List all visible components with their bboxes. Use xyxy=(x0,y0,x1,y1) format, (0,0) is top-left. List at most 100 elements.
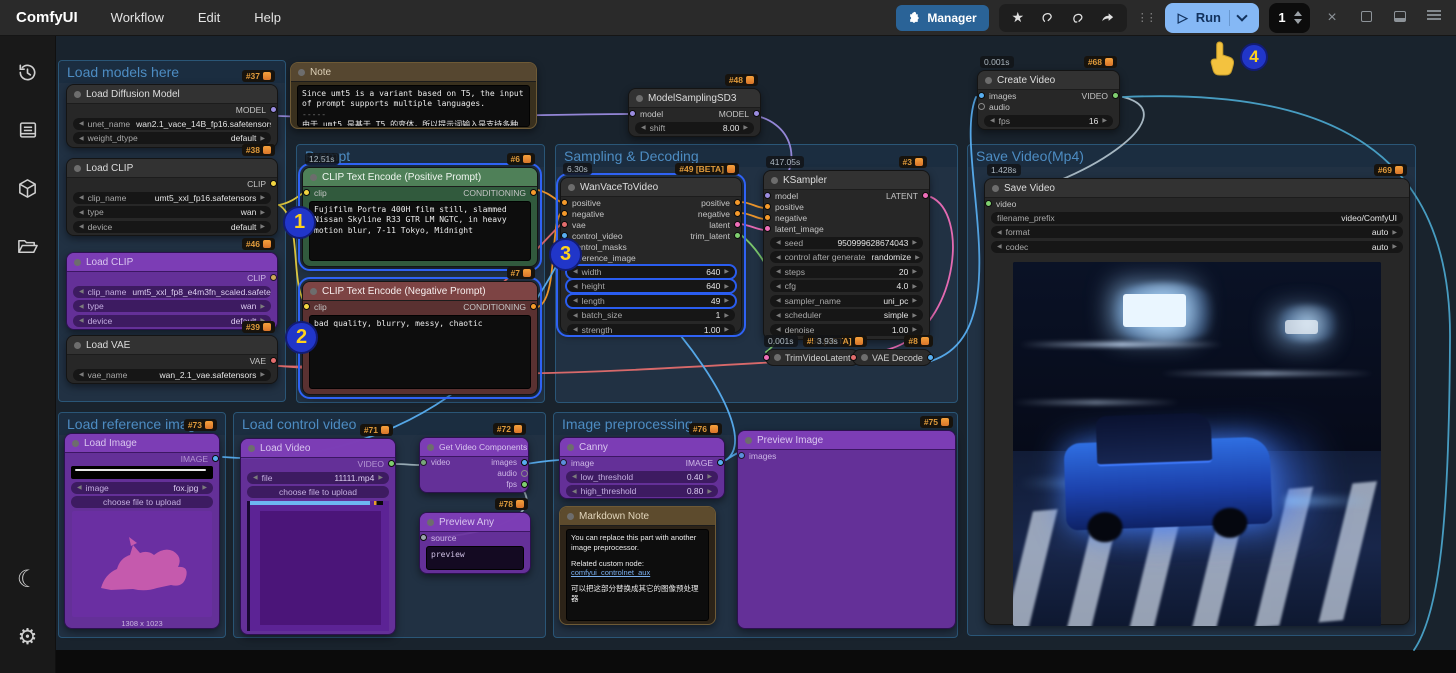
focus-mode-icon[interactable] xyxy=(1354,9,1378,27)
collapse-dot[interactable] xyxy=(568,184,575,191)
negative-input-port[interactable] xyxy=(561,210,568,217)
widget-steps[interactable]: steps20 xyxy=(770,266,923,278)
star-icon[interactable]: ★ xyxy=(1005,6,1031,30)
widget-width[interactable]: width640 xyxy=(567,266,735,278)
positive-input-port[interactable] xyxy=(561,199,568,206)
markdown-body[interactable]: You can replace this part with another i… xyxy=(566,529,709,621)
clip-input-port[interactable] xyxy=(303,303,310,310)
clip-output-port[interactable] xyxy=(270,274,277,281)
run-dropdown-chevron-icon[interactable] xyxy=(1236,10,1247,21)
latent-image-input-port[interactable] xyxy=(764,225,771,232)
model-input-port[interactable] xyxy=(629,110,636,117)
collapse-dot[interactable] xyxy=(861,354,868,361)
widget-sampler-name[interactable]: sampler_nameuni_pc xyxy=(770,295,923,307)
widget-filename-prefix[interactable]: filename_prefixvideo/ComfyUI xyxy=(991,212,1403,224)
theme-toggle-moon-icon[interactable]: ☾ xyxy=(8,557,48,601)
widget-length[interactable]: length49 xyxy=(567,295,735,307)
widget-type[interactable]: typewan xyxy=(73,300,271,312)
run-button[interactable]: ▷ Run xyxy=(1165,3,1259,33)
node-ksampler[interactable]: 417.05s #3 KSampler modelLATENT positive… xyxy=(763,170,930,340)
collapse-dot[interactable] xyxy=(310,288,317,295)
collapse-dot[interactable] xyxy=(74,342,81,349)
node-markdown-note[interactable]: Markdown Note You can replace this part … xyxy=(559,506,716,625)
collapse-dot[interactable] xyxy=(74,91,81,98)
vae-input-port[interactable] xyxy=(850,354,857,361)
widget-seed[interactable]: seed950999628674043 xyxy=(770,237,923,249)
collapse-dot[interactable] xyxy=(985,77,992,84)
image-output-port[interactable] xyxy=(212,455,219,462)
images-input-port[interactable] xyxy=(738,452,745,459)
clip-output-port[interactable] xyxy=(270,180,277,187)
controlnet-aux-link[interactable]: comfyui_controlnet_aux xyxy=(571,568,650,577)
group-title[interactable]: Sampling & Decoding xyxy=(556,145,957,167)
collapse-dot[interactable] xyxy=(427,444,434,451)
node-load-vae[interactable]: #39 Load VAE VAE vae_namewan_2.1_vae.saf… xyxy=(66,335,278,384)
positive-input-port[interactable] xyxy=(764,203,771,210)
widget-denoise[interactable]: denoise1.00 xyxy=(770,324,923,336)
widget-height[interactable]: height640 xyxy=(567,280,735,292)
widget-strength[interactable]: strength1.00 xyxy=(567,324,735,336)
widget-control-after-generate[interactable]: control after generaterandomize xyxy=(770,251,923,263)
collapse-dot[interactable] xyxy=(771,177,778,184)
vae-input-port[interactable] xyxy=(561,221,568,228)
negative-output-port[interactable] xyxy=(734,210,741,217)
node-library-icon[interactable] xyxy=(8,108,48,152)
widget-image[interactable]: imagefox.jpg xyxy=(71,482,213,494)
collapse-dot[interactable] xyxy=(74,259,81,266)
positive-prompt-textarea[interactable]: Fujifilm Portra 400H film still, slammed… xyxy=(309,201,531,261)
hook-icon-2[interactable] xyxy=(1065,6,1091,30)
widget-file[interactable]: file11111.mp4 xyxy=(247,472,389,484)
widget-batch-size[interactable]: batch_size1 xyxy=(567,309,735,321)
choose-file-button[interactable]: choose file to upload xyxy=(247,486,389,498)
node-note[interactable]: Note Since umt5 is a variant based on T5… xyxy=(290,62,537,129)
workflows-folder-icon[interactable] xyxy=(8,224,48,268)
menu-edit[interactable]: Edit xyxy=(181,0,237,36)
widget-shift[interactable]: shift8.00 xyxy=(635,122,754,134)
node-load-clip[interactable]: #38 Load CLIP CLIP clip_nameumt5_xxl_fp1… xyxy=(66,158,278,236)
menu-help[interactable]: Help xyxy=(237,0,298,36)
widget-codec[interactable]: codecauto xyxy=(991,241,1403,253)
widget-unet-name[interactable]: unet_namewan2.1_vace_14B_fp16.safetensor… xyxy=(73,118,271,130)
node-get-video-components[interactable]: #72 Get Video Components videoimages aud… xyxy=(419,437,529,493)
conditioning-output-port[interactable] xyxy=(530,189,537,196)
node-preview-any[interactable]: #78 Preview Any source preview xyxy=(419,512,531,574)
queue-decrement-icon[interactable] xyxy=(1294,19,1302,24)
trim-latent-output-port[interactable] xyxy=(734,232,741,239)
collapse-dot[interactable] xyxy=(567,513,574,520)
collapse-dot[interactable] xyxy=(310,174,317,181)
node-trim-video-latent[interactable]: 0.001s #58 [BETA] TrimVideoLatent xyxy=(765,349,860,366)
node-load-image[interactable]: #73 Load Image IMAGE imagefox.jpg choose… xyxy=(64,433,220,629)
collapse-dot[interactable] xyxy=(427,519,434,526)
collapse-dot[interactable] xyxy=(745,437,752,444)
collapse-dot[interactable] xyxy=(636,95,643,102)
image-output-port[interactable] xyxy=(927,354,934,361)
choose-file-button[interactable]: choose file to upload xyxy=(71,496,213,508)
queue-increment-icon[interactable] xyxy=(1294,11,1302,16)
widget-format[interactable]: formatauto xyxy=(991,226,1403,238)
widget-vae-name[interactable]: vae_namewan_2.1_vae.safetensors xyxy=(73,369,271,381)
video-input-port[interactable] xyxy=(985,200,992,207)
group-title[interactable]: Save Video(Mp4) xyxy=(968,145,1415,167)
share-icon[interactable] xyxy=(1095,6,1121,30)
model-library-icon[interactable] xyxy=(8,166,48,210)
vae-output-port[interactable] xyxy=(270,357,277,364)
video-scrub-bar[interactable] xyxy=(250,501,370,505)
node-save-video[interactable]: 1.428s #69 Save Video video filename_pre… xyxy=(984,178,1410,625)
menu-workflow[interactable]: Workflow xyxy=(94,0,181,36)
latent-output-port[interactable] xyxy=(734,221,741,228)
settings-gear-icon[interactable]: ⚙ xyxy=(8,615,48,659)
node-create-video[interactable]: 0.001s #68 Create Video imagesVIDEO audi… xyxy=(977,70,1120,130)
image-output-port[interactable] xyxy=(717,459,724,466)
node-load-diffusion-model[interactable]: #37 Load Diffusion Model MODEL unet_name… xyxy=(66,84,278,148)
source-input-port[interactable] xyxy=(420,534,427,541)
model-output-port[interactable] xyxy=(270,106,277,113)
collapse-dot[interactable] xyxy=(248,445,255,452)
node-clip-text-encode-negative[interactable]: #7 CLIP Text Encode (Negative Prompt) cl… xyxy=(302,281,538,395)
video-output-port[interactable] xyxy=(388,460,395,467)
widget-fps[interactable]: fps16 xyxy=(984,115,1113,127)
negative-prompt-textarea[interactable]: bad quality, blurry, messy, chaotic xyxy=(309,315,531,389)
widget-device[interactable]: devicedefault xyxy=(73,221,271,233)
widget-clip-name[interactable]: clip_nameumt5_xxl_fp8_e4m3fn_scaled.safe… xyxy=(73,286,271,298)
workflow-history-icon[interactable] xyxy=(8,50,48,94)
positive-output-port[interactable] xyxy=(734,199,741,206)
